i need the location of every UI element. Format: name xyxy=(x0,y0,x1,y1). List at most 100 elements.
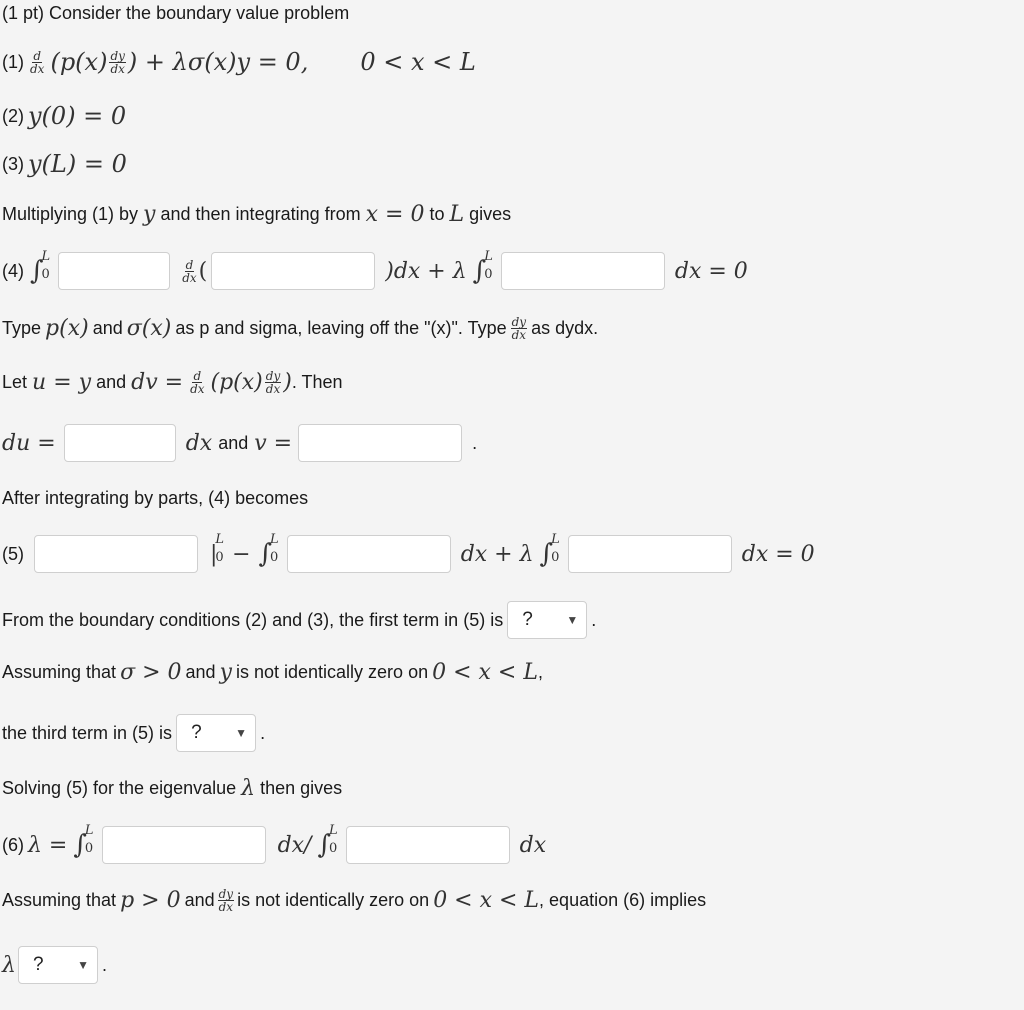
text: After integrating by parts, (4) becomes xyxy=(2,488,309,508)
eq6-mid: dx/ xyxy=(277,832,312,858)
lower-limit: 0 xyxy=(484,267,493,282)
text: and then integrating from xyxy=(160,204,361,224)
integral-sign: ∫ L 0 xyxy=(73,824,93,861)
text: and xyxy=(218,432,249,453)
frac-den: dx xyxy=(182,270,197,285)
dy-dx-fraction: dy dx xyxy=(109,48,126,76)
equation-2: (2) y(0) = 0 xyxy=(2,102,126,130)
frac-den: dx xyxy=(110,61,125,76)
text: is not identically zero on xyxy=(237,890,430,910)
upper-limit: L xyxy=(484,249,493,264)
period: . xyxy=(591,609,597,630)
eq4-input-3[interactable] xyxy=(500,252,665,290)
eq6-end: dx xyxy=(519,832,547,858)
eq5-mid: dx + λ xyxy=(460,541,534,567)
math-L: L xyxy=(449,202,465,227)
math-sigma-x: σ(x) xyxy=(126,316,172,341)
dy-dx-fraction: dy dx xyxy=(510,316,528,342)
upper-limit: L xyxy=(270,532,279,547)
frac-den: dx xyxy=(190,382,205,396)
multiply-sentence: Multiplying (1) by y and then integratin… xyxy=(2,202,511,227)
lower-limit: 0 xyxy=(41,267,50,282)
chevron-down-icon: ▼ xyxy=(566,613,579,627)
eq1-expr-left: (p(x) xyxy=(50,48,108,76)
d-dx-fraction: d dx xyxy=(182,259,196,284)
boundary-condition-sentence: From the boundary conditions (2) and (3)… xyxy=(2,601,596,639)
eq6-label: (6) xyxy=(2,834,24,855)
frac-num: d xyxy=(32,48,43,63)
eq6-input-1[interactable] xyxy=(101,826,266,864)
equation-1: (1) d dx (p(x) dy dx ) + λσ(x)y = 0, 0 < x… xyxy=(2,48,476,76)
chevron-down-icon: ▼ xyxy=(77,958,89,972)
third-term-sentence: the third term in (5) is ? ▼ . xyxy=(2,714,265,752)
math-u-eq: u = y xyxy=(32,370,92,395)
equation-4: (4) ∫ L 0 d dx ( )dx + λ ∫ L 0 dx = 0 xyxy=(2,249,748,290)
assumption-sigma: Assuming that σ > 0 and y is not identic… xyxy=(2,660,543,685)
lower-limit: 0 xyxy=(329,841,338,856)
integral-sign: ∫ L 0 xyxy=(317,824,338,861)
eq1-domain: 0 < x < L xyxy=(360,48,476,76)
close-paren: ) xyxy=(283,370,292,395)
first-term-dropdown[interactable]: ? ▼ xyxy=(507,601,588,639)
d-dx-fraction: d dx xyxy=(190,370,204,395)
lambda-conclusion: λ ? ▼ . xyxy=(2,946,107,984)
integral-sign: ∫ L 0 xyxy=(473,250,493,287)
solving-sentence: Solving (5) for the eigenvalue λ then gi… xyxy=(2,776,342,801)
third-term-dropdown[interactable]: ? ▼ xyxy=(176,714,257,752)
eq1-label: (1) xyxy=(2,51,24,72)
math-dv-eq: dv = xyxy=(131,370,184,395)
dy-dx-fraction: dy dx xyxy=(217,888,235,914)
eq6-input-2[interactable] xyxy=(345,826,510,864)
eq4-input-2[interactable] xyxy=(211,252,376,290)
intro-text: (1 pt) Consider the boundary value probl… xyxy=(2,3,350,23)
text: the third term in (5) is xyxy=(2,722,173,743)
eq2-expr: y(0) = 0 xyxy=(28,102,127,130)
eq5-input-2[interactable] xyxy=(286,535,451,573)
upper-limit: L xyxy=(551,532,560,547)
math-y: y xyxy=(143,202,156,227)
text: then gives xyxy=(260,778,343,798)
frac-num: dy xyxy=(109,48,126,63)
math-lambda: λ xyxy=(2,952,16,978)
math-x0: x = 0 xyxy=(365,202,425,227)
text: is not identically zero on xyxy=(235,662,429,682)
lower-limit: 0 xyxy=(551,550,560,565)
dropdown-value: ? xyxy=(32,954,44,975)
text: and xyxy=(92,318,123,338)
math-du: du = xyxy=(2,430,56,456)
v-input[interactable] xyxy=(298,424,463,462)
frac-den: dx xyxy=(265,382,281,396)
period: . xyxy=(101,954,107,975)
lambda-relation-dropdown[interactable]: ? ▼ xyxy=(17,946,98,984)
math-px: (p(x) xyxy=(210,370,263,395)
lower-limit: 0 xyxy=(215,550,224,565)
assumption-p: Assuming that p > 0 and dy dx is not iden… xyxy=(2,888,706,913)
d-dx-fraction: d dx xyxy=(30,50,44,75)
math-lambda: λ xyxy=(241,776,256,801)
text: Let xyxy=(2,372,28,392)
text: Assuming that xyxy=(2,890,117,910)
evaluation-bar: | L 0 xyxy=(210,533,224,567)
eq5-input-1[interactable] xyxy=(34,535,198,573)
math-v: v = xyxy=(254,430,293,456)
let-sentence: Let u = y and dv = d dx (p(x) dy dx ) . Th… xyxy=(2,370,343,395)
frac-den: dx xyxy=(511,328,527,342)
math-sigma-positive: σ > 0 xyxy=(120,660,182,685)
math-y: y xyxy=(219,660,232,685)
eq4-end: dx = 0 xyxy=(674,258,748,284)
eq4-input-1[interactable] xyxy=(58,252,171,290)
text: , equation (6) implies xyxy=(539,890,707,910)
frac-den: dx xyxy=(218,900,234,914)
chevron-down-icon: ▼ xyxy=(235,726,248,740)
eq1-expr-mid: ) + λσ(x)y = 0, xyxy=(127,48,309,76)
eq5-input-3[interactable] xyxy=(567,535,732,573)
text: and xyxy=(185,662,216,682)
text: Solving (5) for the eigenvalue xyxy=(2,778,237,798)
frac-den: dx xyxy=(30,61,45,76)
lower-limit: 0 xyxy=(270,550,279,565)
upper-limit: L xyxy=(41,249,51,264)
frac-num: d xyxy=(184,257,195,272)
eq6-lhs: λ = xyxy=(28,832,68,858)
du-input[interactable] xyxy=(63,424,176,462)
open-paren: ( xyxy=(198,258,208,284)
